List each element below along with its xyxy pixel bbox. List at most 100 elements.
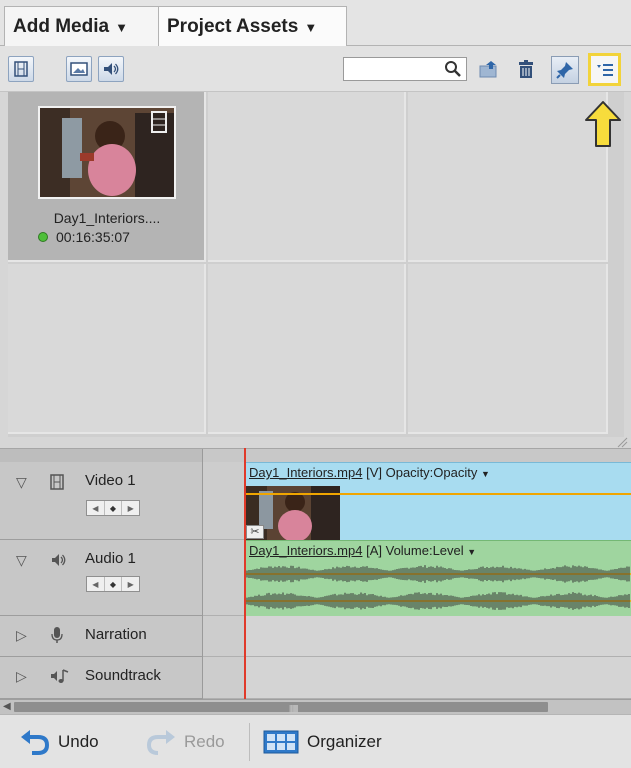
panel-menu-button[interactable] — [588, 53, 621, 86]
clip-name: Day1_Interiors.... — [53, 210, 161, 226]
folder-up-icon — [479, 61, 497, 78]
expand-triangle-icon[interactable]: ▷ — [16, 627, 27, 644]
track-name-audio: Audio 1 — [85, 550, 136, 567]
scroll-left-icon[interactable]: ◀ — [3, 701, 11, 712]
opacity-rubberband[interactable] — [245, 493, 631, 495]
prev-keyframe-icon[interactable]: ◀ — [87, 577, 105, 591]
organizer-label: Organizer — [307, 732, 382, 751]
list-menu-icon — [596, 63, 613, 76]
chevron-down-icon[interactable]: ▼ — [481, 469, 490, 479]
next-keyframe-icon[interactable]: ▶ — [122, 577, 139, 591]
grip-icon: |||||||| — [289, 704, 299, 713]
pin-button[interactable] — [551, 56, 579, 84]
chevron-down-icon: ▼ — [115, 19, 128, 35]
timeline-ruler[interactable] — [0, 448, 631, 463]
pin-icon — [556, 62, 573, 79]
assets-toolbar — [0, 46, 631, 92]
empty-cell — [208, 264, 406, 434]
speaker-icon — [104, 63, 119, 75]
keyframe-nav[interactable]: ◀ ◆ ▶ — [86, 500, 140, 516]
empty-cell — [408, 92, 608, 262]
keyframe-nav[interactable]: ◀ ◆ ▶ — [86, 576, 140, 592]
chevron-down-icon[interactable]: ▼ — [467, 547, 476, 557]
video-clip-property[interactable]: Opacity:Opacity — [386, 465, 478, 480]
timeline-scrollbar[interactable]: ◀ |||||||| — [0, 699, 631, 714]
export-button[interactable] — [476, 56, 502, 82]
next-keyframe-icon[interactable]: ▶ — [122, 501, 139, 515]
narration-lane[interactable] — [245, 616, 631, 657]
track-gap — [203, 616, 245, 657]
search-input[interactable] — [344, 58, 444, 80]
track-header-audio: ▽ Audio 1 ◀ ◆ ▶ — [0, 540, 203, 616]
track-header-video: ▽ Video 1 ◀ ◆ ▶ — [0, 462, 203, 540]
waveform-right — [245, 592, 631, 610]
chevron-down-icon: ▼ — [304, 19, 318, 35]
add-keyframe-icon[interactable]: ◆ — [105, 577, 123, 591]
speaker-icon — [50, 552, 68, 573]
redo-label: Redo — [184, 732, 225, 751]
redo-button[interactable]: Redo — [146, 727, 225, 757]
track-name-video: Video 1 — [85, 472, 136, 489]
organizer-button[interactable]: Organizer — [263, 727, 382, 757]
video-frame-image — [40, 108, 174, 197]
music-note-icon — [50, 667, 72, 690]
panel-tabs: Add Media ▼ Project Assets ▼ — [0, 0, 631, 47]
assets-grid: Day1_Interiors.... 00:16:35:07 — [8, 92, 624, 437]
waveform-left — [245, 565, 631, 583]
delete-button[interactable] — [513, 56, 539, 82]
soundtrack-lane[interactable] — [245, 657, 631, 699]
resize-grip-icon[interactable] — [616, 436, 628, 448]
film-icon — [50, 474, 64, 495]
divider — [249, 723, 250, 761]
audio-clip[interactable]: Day1_Interiors.mp4 [A] Volume:Level ▼ — [245, 540, 631, 616]
track-gap — [203, 462, 245, 540]
track-name-soundtrack: Soundtrack — [85, 667, 161, 684]
undo-button[interactable]: Undo — [20, 727, 99, 757]
redo-icon — [146, 730, 175, 755]
video-clip-title[interactable]: Day1_Interiors.mp4 [V] Opacity:Opacity ▼ — [249, 465, 490, 480]
clip-duration: 00:16:35:07 — [38, 229, 130, 245]
organizer-icon — [263, 730, 299, 754]
add-media-label: Add Media — [13, 16, 110, 37]
clip-duration-value: 00:16:35:07 — [56, 229, 130, 245]
scissors-icon[interactable]: ✂ — [246, 525, 264, 539]
bottom-bar: Undo Redo Organizer — [0, 714, 631, 768]
expand-triangle-icon[interactable]: ▽ — [16, 474, 27, 491]
show-audio-button[interactable] — [98, 56, 124, 82]
add-media-tab[interactable]: Add Media ▼ — [4, 6, 159, 47]
expand-triangle-icon[interactable]: ▽ — [16, 552, 27, 569]
track-header-soundtrack: ▷ Soundtrack — [0, 657, 203, 699]
film-icon — [14, 61, 28, 77]
scrollbar-thumb[interactable]: |||||||| — [14, 702, 548, 713]
undo-label: Undo — [58, 732, 99, 751]
arrow-up-icon — [585, 101, 621, 147]
show-video-button[interactable] — [8, 56, 34, 82]
add-keyframe-icon[interactable]: ◆ — [105, 501, 123, 515]
video-clip[interactable]: Day1_Interiors.mp4 [V] Opacity:Opacity ▼… — [245, 462, 631, 540]
playhead[interactable] — [244, 448, 246, 700]
search-field[interactable] — [343, 57, 467, 81]
image-icon — [70, 62, 88, 76]
project-assets-tab[interactable]: Project Assets ▼ — [158, 6, 347, 47]
trash-icon — [519, 60, 533, 78]
video-clip-file[interactable]: Day1_Interiors.mp4 — [249, 465, 362, 480]
clip-thumbnail — [38, 106, 176, 199]
audio-clip-title[interactable]: Day1_Interiors.mp4 [A] Volume:Level ▼ — [249, 543, 476, 558]
project-assets-label: Project Assets — [167, 16, 299, 37]
show-images-button[interactable] — [66, 56, 92, 82]
search-icon[interactable] — [444, 60, 462, 83]
audio-clip-property[interactable]: Volume:Level — [386, 543, 464, 558]
track-name-narration: Narration — [85, 626, 147, 643]
prev-keyframe-icon[interactable]: ◀ — [87, 501, 105, 515]
empty-cell — [8, 264, 206, 434]
status-dot-icon — [38, 232, 48, 242]
expand-triangle-icon[interactable]: ▷ — [16, 668, 27, 685]
track-header-narration: ▷ Narration — [0, 616, 203, 657]
empty-cell — [208, 92, 406, 262]
microphone-icon — [50, 626, 64, 649]
media-item[interactable]: Day1_Interiors.... 00:16:35:07 — [8, 92, 206, 262]
audio-clip-tag: [A] — [366, 543, 382, 558]
undo-icon — [21, 730, 50, 755]
audio-clip-file[interactable]: Day1_Interiors.mp4 — [249, 543, 362, 558]
video-clip-tag: [V] — [366, 465, 382, 480]
